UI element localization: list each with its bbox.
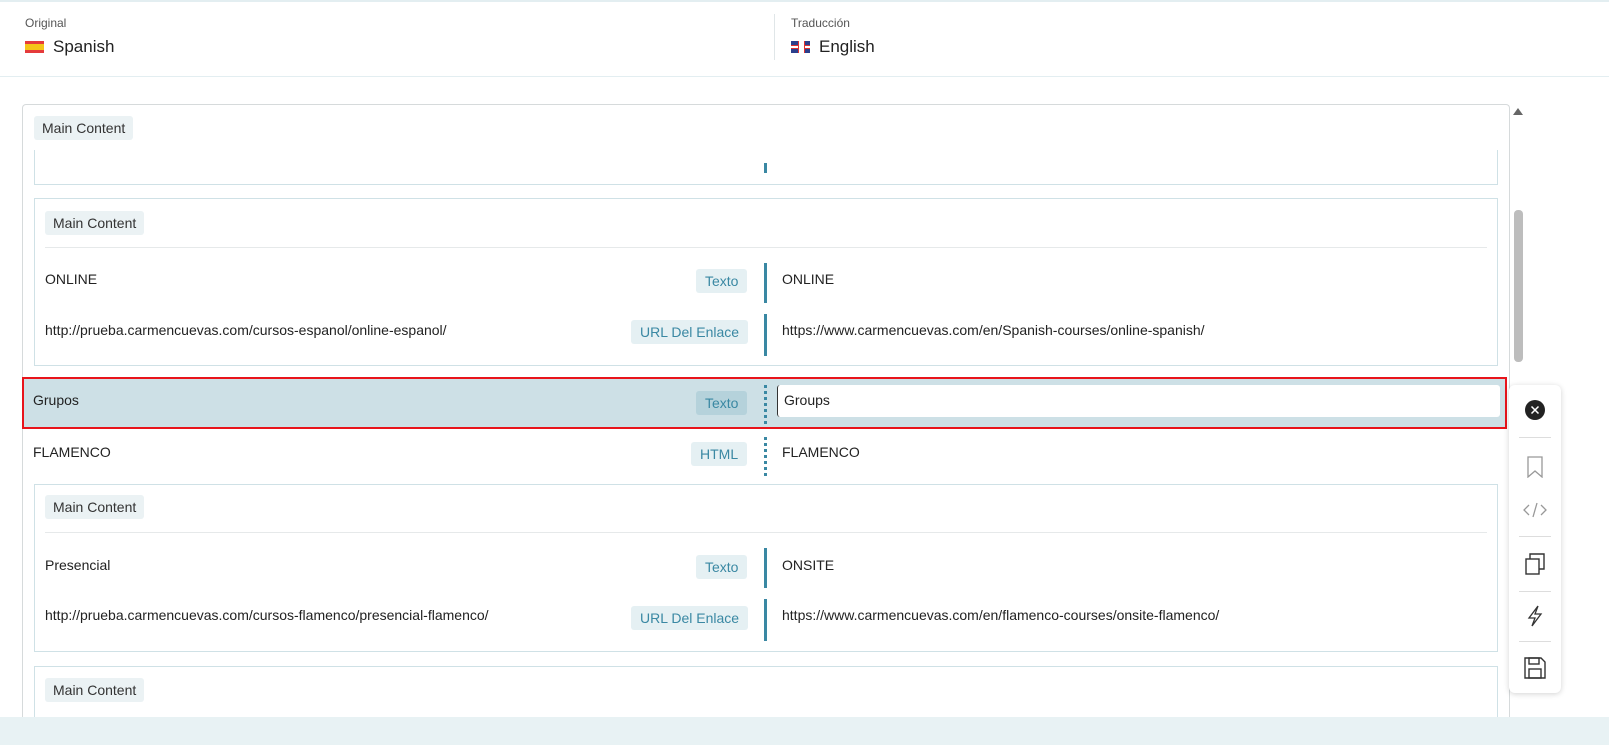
code-icon[interactable] — [1509, 495, 1561, 525]
original-language-name: Spanish — [53, 37, 115, 56]
floating-toolbar — [1509, 385, 1561, 693]
translation-text[interactable]: ONSITE — [782, 557, 834, 573]
row-separator — [764, 437, 767, 477]
spain-flag-icon — [25, 41, 44, 53]
translation-label: Traducción — [791, 16, 850, 30]
source-text: ONLINE — [45, 271, 98, 287]
header-divider — [774, 14, 775, 60]
original-language: Spanish — [25, 37, 114, 57]
source-text: Grupos — [33, 392, 79, 408]
type-badge: HTML — [691, 442, 748, 466]
divider — [45, 532, 1487, 533]
copy-icon[interactable] — [1509, 549, 1561, 579]
translation-text[interactable]: FLAMENCO — [782, 444, 860, 460]
row-separator — [764, 599, 767, 641]
type-badge: Texto — [696, 391, 748, 415]
source-text: Presencial — [45, 557, 111, 573]
section-tag: Main Content — [45, 495, 145, 519]
type-badge: URL Del Enlace — [631, 320, 749, 344]
original-label: Original — [25, 16, 67, 30]
row-separator — [764, 163, 767, 173]
divider — [45, 247, 1487, 248]
source-text: http://prueba.carmencuevas.com/cursos-fl… — [45, 607, 489, 623]
uk-flag-icon — [791, 41, 810, 53]
scrollbar-thumb[interactable] — [1514, 210, 1523, 362]
row-separator — [764, 548, 767, 588]
row-separator — [764, 385, 767, 425]
translation-language-name: English — [819, 37, 875, 56]
save-icon[interactable] — [1509, 653, 1561, 683]
type-badge: URL Del Enlace — [631, 606, 749, 630]
scroll-up-arrow-icon[interactable] — [1513, 108, 1523, 115]
section-tag: Main Content — [45, 211, 145, 235]
lightning-icon[interactable] — [1509, 601, 1561, 631]
row-separator — [764, 314, 767, 356]
source-text: FLAMENCO — [33, 444, 111, 460]
type-badge: Texto — [696, 555, 748, 579]
section-tag: Main Content — [45, 678, 145, 702]
source-text: http://prueba.carmencuevas.com/cursos-es… — [45, 322, 447, 338]
bookmark-icon[interactable] — [1509, 452, 1561, 482]
translation-language: English — [791, 37, 875, 57]
section-tag: Main Content — [34, 116, 134, 140]
translation-input[interactable]: Groups — [777, 385, 1500, 417]
type-badge: Texto — [696, 269, 748, 293]
close-icon[interactable] — [1509, 395, 1561, 425]
translation-text[interactable]: https://www.carmencuevas.com/en/Spanish-… — [782, 322, 1205, 338]
footer-bar — [0, 717, 1609, 745]
translation-text[interactable]: https://www.carmencuevas.com/en/flamenco… — [782, 607, 1219, 623]
row-separator — [764, 263, 767, 303]
language-header: Original Spanish Traducción English — [0, 0, 1609, 77]
translation-text[interactable]: ONLINE — [782, 271, 834, 287]
